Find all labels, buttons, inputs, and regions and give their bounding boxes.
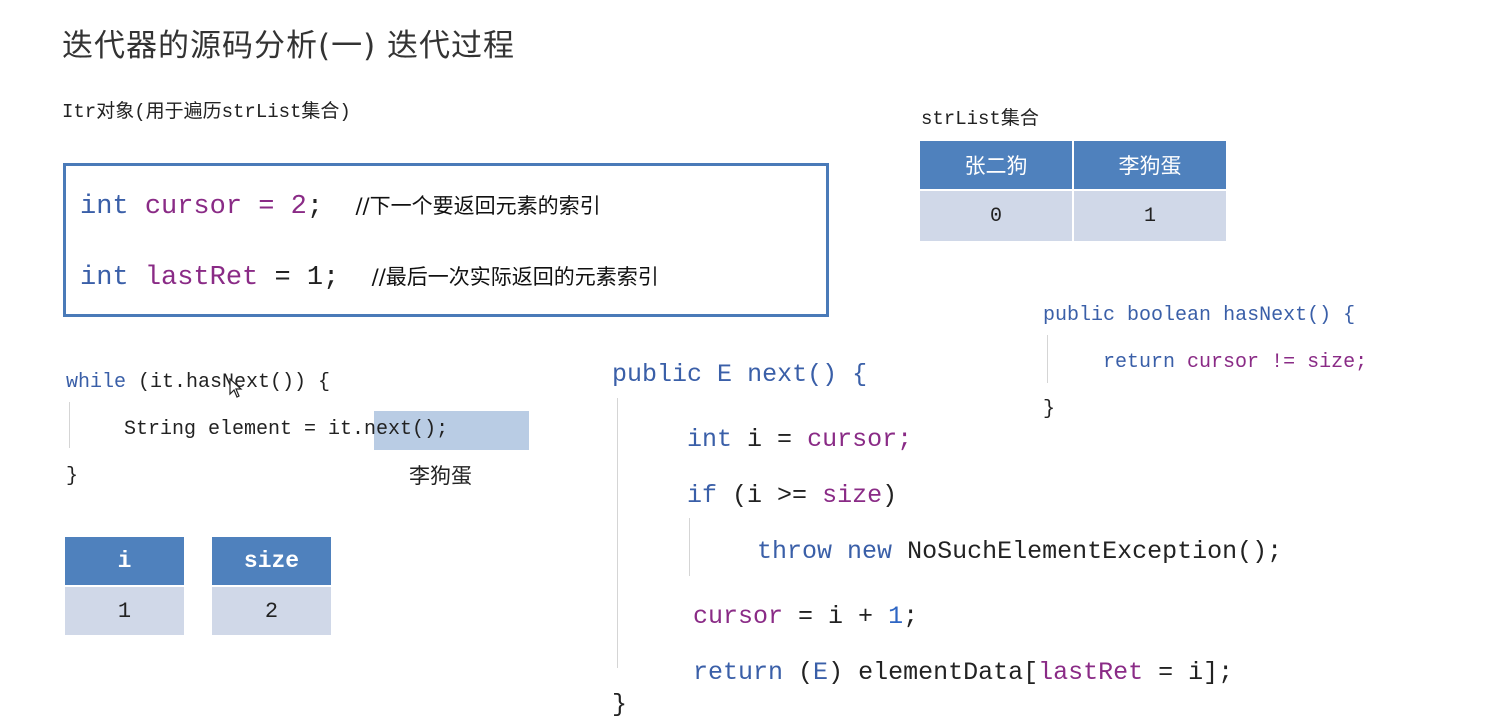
size-variable-table: size 2 xyxy=(212,537,331,635)
it-next-call: it.next(); xyxy=(328,418,449,441)
lastret-comment: //最后一次实际返回的元素索引 xyxy=(371,265,659,289)
next-line-cursor-inc: cursor = i + 1; xyxy=(693,602,918,631)
arrow-pointer-icon xyxy=(229,377,243,403)
lastret-name: lastRet xyxy=(144,263,259,293)
hasnext-name: hasNext() { xyxy=(1223,304,1356,327)
next-result-label: 李狗蛋 xyxy=(409,464,472,488)
lastret-type: int xyxy=(80,263,129,293)
next-int-keyword: int xyxy=(687,425,733,454)
next-return-end: = i]; xyxy=(1158,658,1234,687)
next-i-assign: i = xyxy=(747,425,793,454)
next-line-int-i: int i = cursor; xyxy=(687,425,912,454)
i-header: i xyxy=(65,537,184,585)
next-lastret-ref: lastRet xyxy=(1038,658,1144,687)
next-cast-type: E xyxy=(813,658,829,687)
strlist-caption: strList集合 xyxy=(921,108,1039,130)
strlist-index-1: 1 xyxy=(1074,189,1228,241)
next-guide-line xyxy=(617,398,618,668)
strlist-index-0: 0 xyxy=(920,189,1074,241)
next-close-brace: } xyxy=(612,690,628,719)
itr-fields-box: int cursor = 2; //下一个要返回元素的索引 int lastRe… xyxy=(63,163,829,317)
cursor-type: int xyxy=(80,192,129,222)
while-close-brace: } xyxy=(66,465,79,488)
lastret-op: = xyxy=(274,263,291,293)
next-if-close: ) xyxy=(882,481,898,510)
hasnext-signature: public boolean hasNext() { xyxy=(1043,304,1355,327)
next-exception: NoSuchElementException(); xyxy=(907,537,1283,566)
next-cursor-expr: = i + xyxy=(798,602,874,631)
cursor-op: = xyxy=(258,192,275,222)
next-if-condition: (i >= xyxy=(732,481,808,510)
next-new-keyword: new xyxy=(847,537,893,566)
if-guide-line xyxy=(689,518,690,576)
cursor-value: 2 xyxy=(290,192,307,222)
next-line-throw: throw new NoSuchElementException(); xyxy=(757,537,1282,566)
next-line-return: return (E) elementData[lastRet = i]; xyxy=(693,658,1233,687)
next-signature: public E next() { xyxy=(612,360,867,389)
while-guide-line xyxy=(69,402,70,448)
i-value: 1 xyxy=(65,585,184,635)
next-throw-keyword: throw xyxy=(757,537,833,566)
next-element-data: ) elementData[ xyxy=(828,658,1039,687)
lastret-semicolon: ; xyxy=(323,263,340,293)
hasnext-return: return xyxy=(1103,351,1176,374)
next-return-keyword: return xyxy=(693,658,784,687)
strlist-table: 张二狗 李狗蛋 0 1 xyxy=(920,141,1228,241)
lastret-field-line: int lastRet = 1; //最后一次实际返回的元素索引 xyxy=(80,261,659,293)
size-value: 2 xyxy=(212,585,331,635)
next-inc-semicolon: ; xyxy=(903,602,919,631)
page-title: 迭代器的源码分析(一) 迭代过程 xyxy=(62,28,516,64)
cursor-field-line: int cursor = 2; //下一个要返回元素的索引 xyxy=(80,190,601,222)
strlist-header-row: 张二狗 李狗蛋 xyxy=(920,141,1228,189)
strlist-index-row: 0 1 xyxy=(920,189,1228,241)
next-cursor-ref: cursor; xyxy=(807,425,913,454)
hasnext-ne: != xyxy=(1271,351,1296,374)
lastret-value: 1 xyxy=(306,263,324,293)
hasnext-boolean: boolean xyxy=(1127,304,1212,327)
hasnext-public: public xyxy=(1043,304,1116,327)
string-element-line: String element = it.next(); xyxy=(124,418,448,441)
next-cursor-assign: cursor xyxy=(693,602,784,631)
while-line: while (it.hasNext()) { xyxy=(66,371,330,394)
while-keyword: while xyxy=(66,371,127,394)
next-if-keyword: if xyxy=(687,481,718,510)
hasnext-size: size; xyxy=(1307,351,1368,374)
strlist-header-1: 李狗蛋 xyxy=(1074,141,1228,189)
hasnext-guide-line xyxy=(1047,335,1048,383)
strlist-header-0: 张二狗 xyxy=(920,141,1074,189)
next-if-size: size xyxy=(822,481,883,510)
hasnext-close-brace: } xyxy=(1043,398,1056,421)
hasnext-cursor: cursor xyxy=(1187,351,1260,374)
size-header: size xyxy=(212,537,331,585)
next-cast-open: ( xyxy=(798,658,814,687)
cursor-name: cursor xyxy=(144,192,243,222)
next-public: public xyxy=(612,360,703,389)
cursor-comment: //下一个要返回元素的索引 xyxy=(355,194,601,218)
next-return-type: E xyxy=(717,360,733,389)
i-variable-table: i 1 xyxy=(65,537,184,635)
hasnext-return-line: return cursor != size; xyxy=(1103,351,1367,374)
cursor-semicolon: ; xyxy=(306,192,324,222)
next-name: next() { xyxy=(747,360,868,389)
itr-caption: Itr对象(用于遍历strList集合) xyxy=(62,101,351,123)
next-one-literal: 1 xyxy=(888,602,904,631)
next-line-if: if (i >= size) xyxy=(687,481,897,510)
string-element-decl: String element = xyxy=(124,418,329,441)
